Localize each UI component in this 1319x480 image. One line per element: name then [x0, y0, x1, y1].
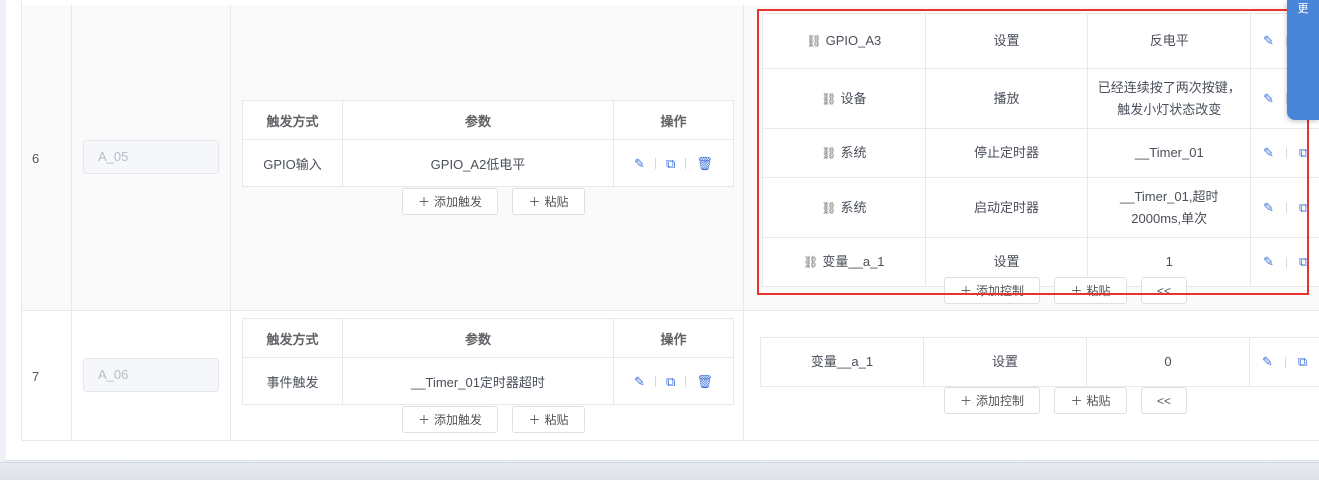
trigger-method: GPIO输入	[243, 140, 343, 187]
rules-panel: 6 A_05 触发方式 参数 操作 GPIO输入 GPIO_A2低电平 ✎ ⧉ …	[6, 0, 1319, 461]
add-control-button[interactable]: ＋添加控制	[944, 387, 1040, 414]
control-target: 系统	[840, 145, 867, 160]
trigger-table-header: 触发方式 参数 操作	[243, 101, 733, 140]
table-row: 6 A_05 触发方式 参数 操作 GPIO输入 GPIO_A2低电平 ✎ ⧉ …	[22, 5, 1319, 311]
control-action: 停止定时器	[926, 129, 1089, 177]
link-icon: ⛓	[821, 91, 837, 106]
pencil-icon[interactable]: ✎	[1263, 142, 1274, 164]
trigger-table: 触发方式 参数 操作 GPIO输入 GPIO_A2低电平 ✎ ⧉ 🗑	[242, 100, 734, 187]
plus-icon: ＋	[959, 284, 972, 298]
control-action: 设置	[926, 14, 1089, 68]
copy-icon[interactable]: ⧉	[666, 374, 675, 390]
header-param: 参数	[343, 319, 614, 357]
trigger-table-header: 触发方式 参数 操作	[243, 319, 733, 358]
rules-table: 6 A_05 触发方式 参数 操作 GPIO输入 GPIO_A2低电平 ✎ ⧉ …	[21, 0, 1319, 441]
control-row: ⛓ 变量__a_1 设置 1 ✎ ⧉	[763, 238, 1319, 286]
col-divider	[743, 5, 744, 310]
trigger-row: GPIO输入 GPIO_A2低电平 ✎ ⧉ 🗑	[243, 140, 733, 187]
link-icon: ⛓	[821, 146, 837, 160]
control-row: ⛓ 设备 播放 已经连续按了两次按键，触发小灯状态改变 ✎	[763, 69, 1319, 129]
control-action: 播放	[926, 69, 1089, 128]
paste-trigger-button[interactable]: ＋粘贴	[512, 188, 585, 215]
row-name-input[interactable]: A_05	[83, 140, 219, 174]
plus-icon: ＋	[959, 394, 972, 408]
plus-icon: ＋	[417, 413, 430, 427]
link-icon: ⛓	[821, 200, 837, 215]
pencil-icon[interactable]: ✎	[1262, 351, 1273, 373]
side-float-button[interactable]: 更	[1287, 0, 1319, 120]
col-divider	[71, 5, 72, 310]
control-target: 设备	[840, 90, 867, 106]
trigger-param: __Timer_01定时器超时	[343, 358, 614, 405]
link-icon: ⛓	[803, 255, 819, 269]
copy-icon[interactable]: ⧉	[666, 156, 675, 172]
control-row: ⛓ GPIO_A3 设置 反电平 ✎	[763, 14, 1319, 69]
trash-icon[interactable]: 🗑	[696, 156, 713, 172]
trigger-row: 事件触发 __Timer_01定时器超时 ✎ ⧉ 🗑	[243, 358, 733, 405]
control-target: 变量__a_1	[761, 338, 924, 386]
control-value: __Timer_01	[1088, 129, 1252, 177]
copy-icon[interactable]: ⧉	[1298, 351, 1307, 373]
header-param: 参数	[343, 101, 614, 139]
trigger-ops: ✎ ⧉ 🗑	[614, 358, 733, 405]
plus-icon: ＋	[528, 413, 541, 427]
copy-icon[interactable]: ⧉	[1299, 142, 1308, 164]
trigger-ops: ✎ ⧉ 🗑	[614, 140, 733, 187]
plus-icon: ＋	[528, 195, 541, 209]
plus-icon: ＋	[1070, 394, 1083, 408]
row-index: 7	[32, 369, 40, 384]
col-divider	[230, 5, 231, 310]
control-row: 变量__a_1 设置 0 ✎ ⧉	[761, 338, 1319, 386]
plus-icon: ＋	[417, 195, 430, 209]
control-value: 0	[1087, 338, 1250, 386]
pencil-icon[interactable]: ✎	[1263, 251, 1274, 273]
trigger-method: 事件触发	[243, 358, 343, 405]
control-action: 设置	[924, 338, 1087, 386]
link-icon: ⛓	[806, 34, 822, 48]
pencil-icon[interactable]: ✎	[634, 156, 645, 172]
collapse-button[interactable]: <<	[1141, 277, 1187, 304]
pencil-icon[interactable]: ✎	[1263, 88, 1274, 110]
control-target: 变量__a_1	[822, 254, 885, 269]
col-divider	[71, 311, 72, 440]
table-row: 7 A_06 触发方式 参数 操作 事件触发 __Timer_01定时器超时 ✎…	[22, 311, 1319, 441]
control-value: __Timer_01,超时2000ms,单次	[1088, 178, 1252, 237]
col-divider	[230, 311, 231, 440]
col-divider	[743, 311, 744, 440]
control-target: 系统	[840, 199, 867, 215]
trigger-table: 触发方式 参数 操作 事件触发 __Timer_01定时器超时 ✎ ⧉ 🗑	[242, 318, 734, 405]
control-row: ⛓ 系统 启动定时器 __Timer_01,超时2000ms,单次 ✎ ⧉	[763, 178, 1319, 238]
control-table: ⛓ GPIO_A3 设置 反电平 ✎ ⛓ 设备 播放 已经连续按了两次按键，触发小灯…	[762, 13, 1319, 287]
add-trigger-button[interactable]: ＋添加触发	[402, 406, 498, 433]
header-method: 触发方式	[243, 101, 343, 139]
control-value: 反电平	[1088, 14, 1252, 68]
plus-icon: ＋	[1070, 284, 1083, 298]
collapse-button[interactable]: <<	[1141, 387, 1187, 414]
control-target: GPIO_A3	[825, 33, 882, 48]
paste-control-button[interactable]: ＋粘贴	[1054, 387, 1127, 414]
trash-icon[interactable]: 🗑	[696, 374, 713, 390]
header-method: 触发方式	[243, 319, 343, 357]
pencil-icon[interactable]: ✎	[1263, 30, 1274, 52]
control-table: 变量__a_1 设置 0 ✎ ⧉	[760, 337, 1319, 387]
header-ops: 操作	[660, 331, 687, 347]
bottom-strip	[0, 462, 1319, 480]
control-row: ⛓ 系统 停止定时器 __Timer_01 ✎ ⧉	[763, 129, 1319, 178]
row-name-input[interactable]: A_06	[83, 358, 219, 392]
control-value: 已经连续按了两次按键，触发小灯状态改变	[1088, 69, 1252, 128]
add-control-button[interactable]: ＋添加控制	[944, 277, 1040, 304]
copy-icon[interactable]: ⧉	[1299, 251, 1308, 273]
paste-trigger-button[interactable]: ＋粘贴	[512, 406, 585, 433]
row-index: 6	[32, 151, 40, 166]
paste-control-button[interactable]: ＋粘贴	[1054, 277, 1127, 304]
trigger-param: GPIO_A2低电平	[343, 140, 614, 187]
pencil-icon[interactable]: ✎	[1263, 197, 1274, 219]
pencil-icon[interactable]: ✎	[634, 374, 645, 390]
copy-icon[interactable]: ⧉	[1299, 197, 1308, 219]
header-ops: 操作	[660, 113, 687, 129]
control-action: 启动定时器	[926, 178, 1089, 237]
add-trigger-button[interactable]: ＋添加触发	[402, 188, 498, 215]
